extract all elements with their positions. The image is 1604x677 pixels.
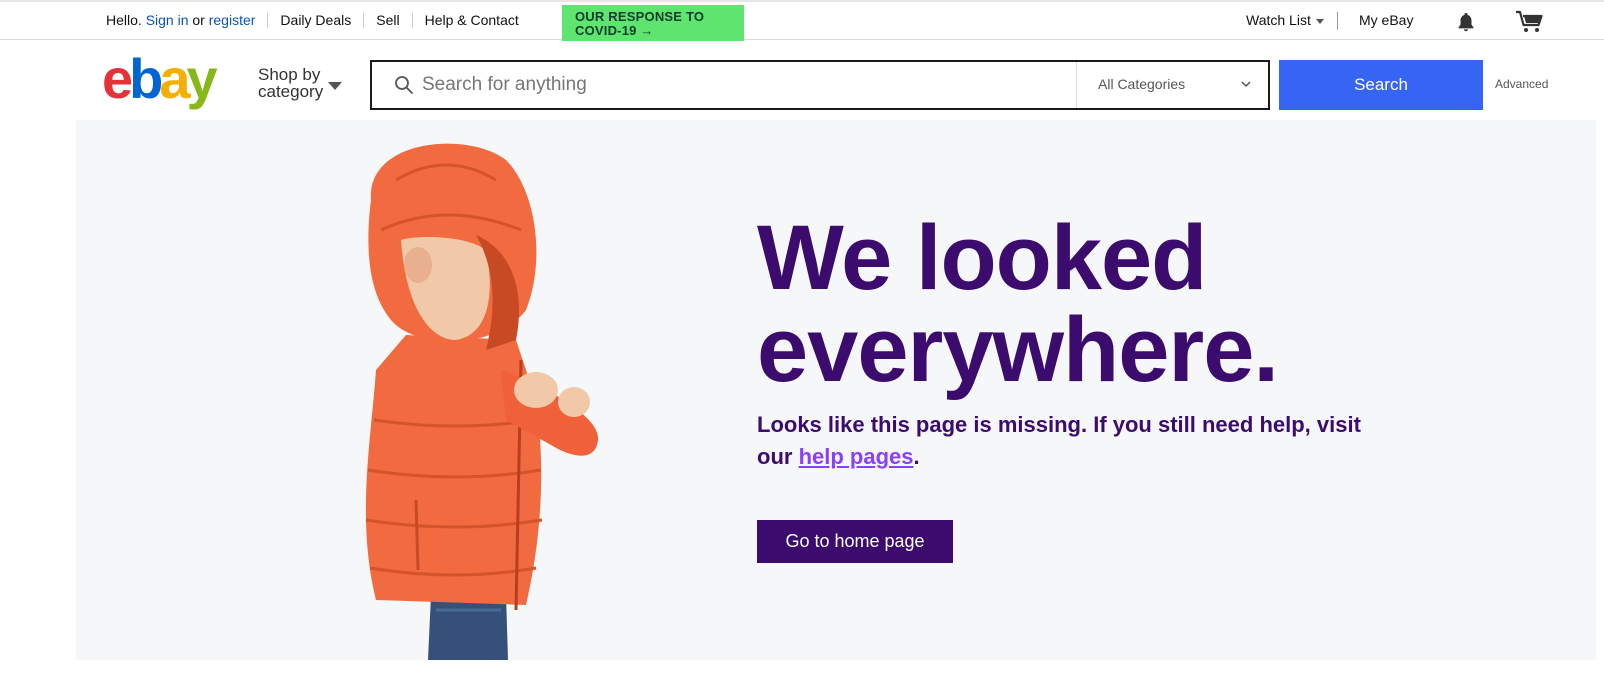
error-message: Looks like this page is missing. If you … [757, 409, 1377, 473]
caret-down-icon [328, 82, 342, 90]
child-in-orange-jacket-image [365, 143, 599, 660]
chevron-down-icon[interactable] [1240, 78, 1252, 90]
headline-line2: everywhere. [757, 299, 1279, 401]
daily-deals-link[interactable]: Daily Deals [280, 12, 351, 28]
go-to-home-button[interactable]: Go to home page [757, 520, 953, 563]
my-ebay-link[interactable]: My eBay [1359, 12, 1413, 28]
divider [267, 12, 269, 28]
ebay-logo[interactable]: ebay [102, 52, 250, 114]
headline-line1: We looked [757, 207, 1207, 309]
shop-by-line1: Shop by [258, 65, 321, 84]
category-select[interactable]: All Categories [1098, 76, 1185, 92]
utility-bar: Hello. Sign in or register Daily Deals S… [0, 2, 1604, 41]
or-text: or [192, 12, 205, 28]
page-headline: We looked everywhere. [757, 207, 1279, 401]
search-button[interactable]: Search [1279, 60, 1483, 110]
shop-by-category-button[interactable]: Shop by category [258, 66, 323, 100]
covid-banner-line2: COVID-19 → [575, 23, 654, 38]
search-icon [395, 76, 413, 94]
shop-by-line2: category [258, 82, 324, 101]
search-input[interactable] [422, 62, 1072, 108]
svg-text:ebay: ebay [102, 52, 218, 110]
utility-left: Hello. Sign in or register Daily Deals S… [106, 12, 519, 28]
search-bar: All Categories [370, 60, 1270, 110]
sign-in-link[interactable]: Sign in [146, 12, 189, 28]
divider [363, 12, 365, 28]
advanced-search-link[interactable]: Advanced [1495, 77, 1548, 91]
sell-link[interactable]: Sell [376, 12, 399, 28]
watch-list-label: Watch List [1246, 12, 1311, 28]
cart-icon[interactable] [1515, 10, 1545, 34]
bell-icon[interactable] [1455, 11, 1477, 33]
covid-banner-line1: OUR RESPONSE TO [575, 9, 705, 24]
divider [1076, 62, 1077, 108]
message-period: . [913, 444, 920, 469]
watch-list-menu[interactable]: Watch List [1246, 12, 1324, 28]
help-contact-link[interactable]: Help & Contact [425, 12, 519, 28]
help-pages-link[interactable]: help pages [799, 444, 914, 469]
divider [411, 12, 413, 28]
error-hero: We looked everywhere. Looks like this pa… [76, 120, 1596, 660]
register-link[interactable]: register [209, 12, 256, 28]
caret-down-icon [1315, 18, 1324, 24]
covid-banner[interactable]: OUR RESPONSE TO COVID-19 → [562, 5, 744, 41]
greeting: Hello. [106, 12, 142, 28]
divider [1337, 12, 1338, 30]
